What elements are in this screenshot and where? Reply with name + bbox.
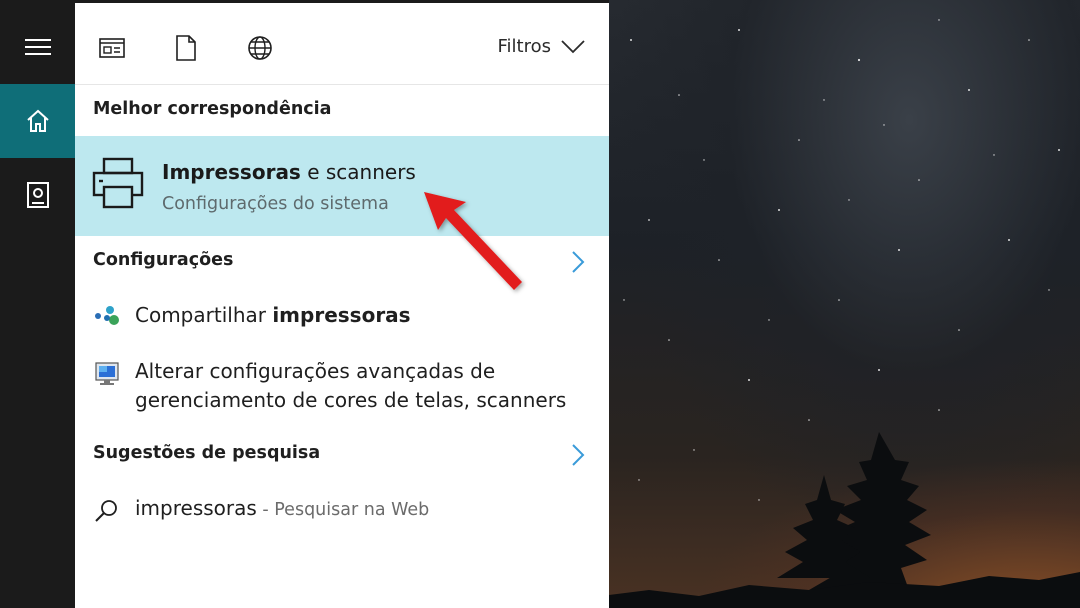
home-button[interactable]: [0, 84, 75, 158]
notebook-icon: [26, 182, 49, 208]
search-panel: Filtros Melhor correspondência Impressor…: [75, 0, 609, 608]
settings-heading[interactable]: Configurações: [93, 250, 233, 270]
desktop-wallpaper: [609, 0, 1080, 608]
filters-label: Filtros: [497, 36, 552, 57]
start-rail: [0, 0, 75, 608]
best-match-heading: Melhor correspondência: [93, 99, 332, 119]
printer-icon: [91, 156, 145, 214]
share-printers-bold: impressoras: [272, 303, 411, 327]
share-printers-label: Compartilhar impressoras: [135, 301, 411, 330]
suggestions-heading[interactable]: Sugestões de pesquisa: [93, 443, 320, 463]
best-match-title-rest: e scanners: [300, 160, 416, 184]
hamburger-menu-button[interactable]: [0, 10, 75, 84]
apps-filter-button[interactable]: [97, 33, 127, 63]
home-icon: [26, 109, 49, 132]
share-printers-prefix: Compartilhar: [135, 303, 273, 327]
wallpaper-stars-and-trees: [609, 19, 1080, 608]
monitor-color-icon: [93, 357, 121, 387]
network-share-icon: [93, 301, 121, 327]
filters-dropdown[interactable]: Filtros: [498, 36, 586, 57]
chevron-right-icon[interactable]: [571, 251, 585, 273]
apps-icon: [99, 38, 125, 58]
red-arrow-annotation: [424, 192, 522, 290]
hamburger-menu-icon: [24, 39, 51, 55]
color-management-label: Alterar configurações avançadas de geren…: [135, 357, 566, 415]
search-filter-bar: Filtros: [75, 3, 609, 85]
best-match-subtitle: Configurações do sistema: [162, 194, 389, 214]
web-icon: [248, 36, 272, 60]
color-management-line2: gerenciamento de cores de telas, scanner…: [135, 388, 567, 412]
web-filter-button[interactable]: [245, 33, 275, 63]
documents-filter-button[interactable]: [171, 33, 201, 63]
web-suggestion-label: impressoras - Pesquisar na Web: [135, 494, 429, 525]
list-item[interactable]: Alterar configurações avançadas de geren…: [93, 357, 566, 415]
chevron-down-icon: [561, 39, 585, 53]
best-match-title: Impressoras e scanners: [162, 160, 416, 184]
chevron-right-icon[interactable]: [571, 444, 585, 466]
color-management-line1: Alterar configurações avançadas de: [135, 359, 496, 383]
best-match-title-bold: Impressoras: [162, 160, 301, 184]
list-item[interactable]: Compartilhar impressoras: [93, 301, 411, 330]
suggestion-separator: -: [256, 500, 275, 520]
suggestion-hint: Pesquisar na Web: [274, 500, 430, 520]
notebook-button[interactable]: [0, 158, 75, 232]
search-icon: [93, 494, 121, 524]
list-item[interactable]: impressoras - Pesquisar na Web: [93, 494, 429, 525]
suggestion-query: impressoras: [135, 496, 257, 520]
documents-icon: [176, 35, 196, 61]
